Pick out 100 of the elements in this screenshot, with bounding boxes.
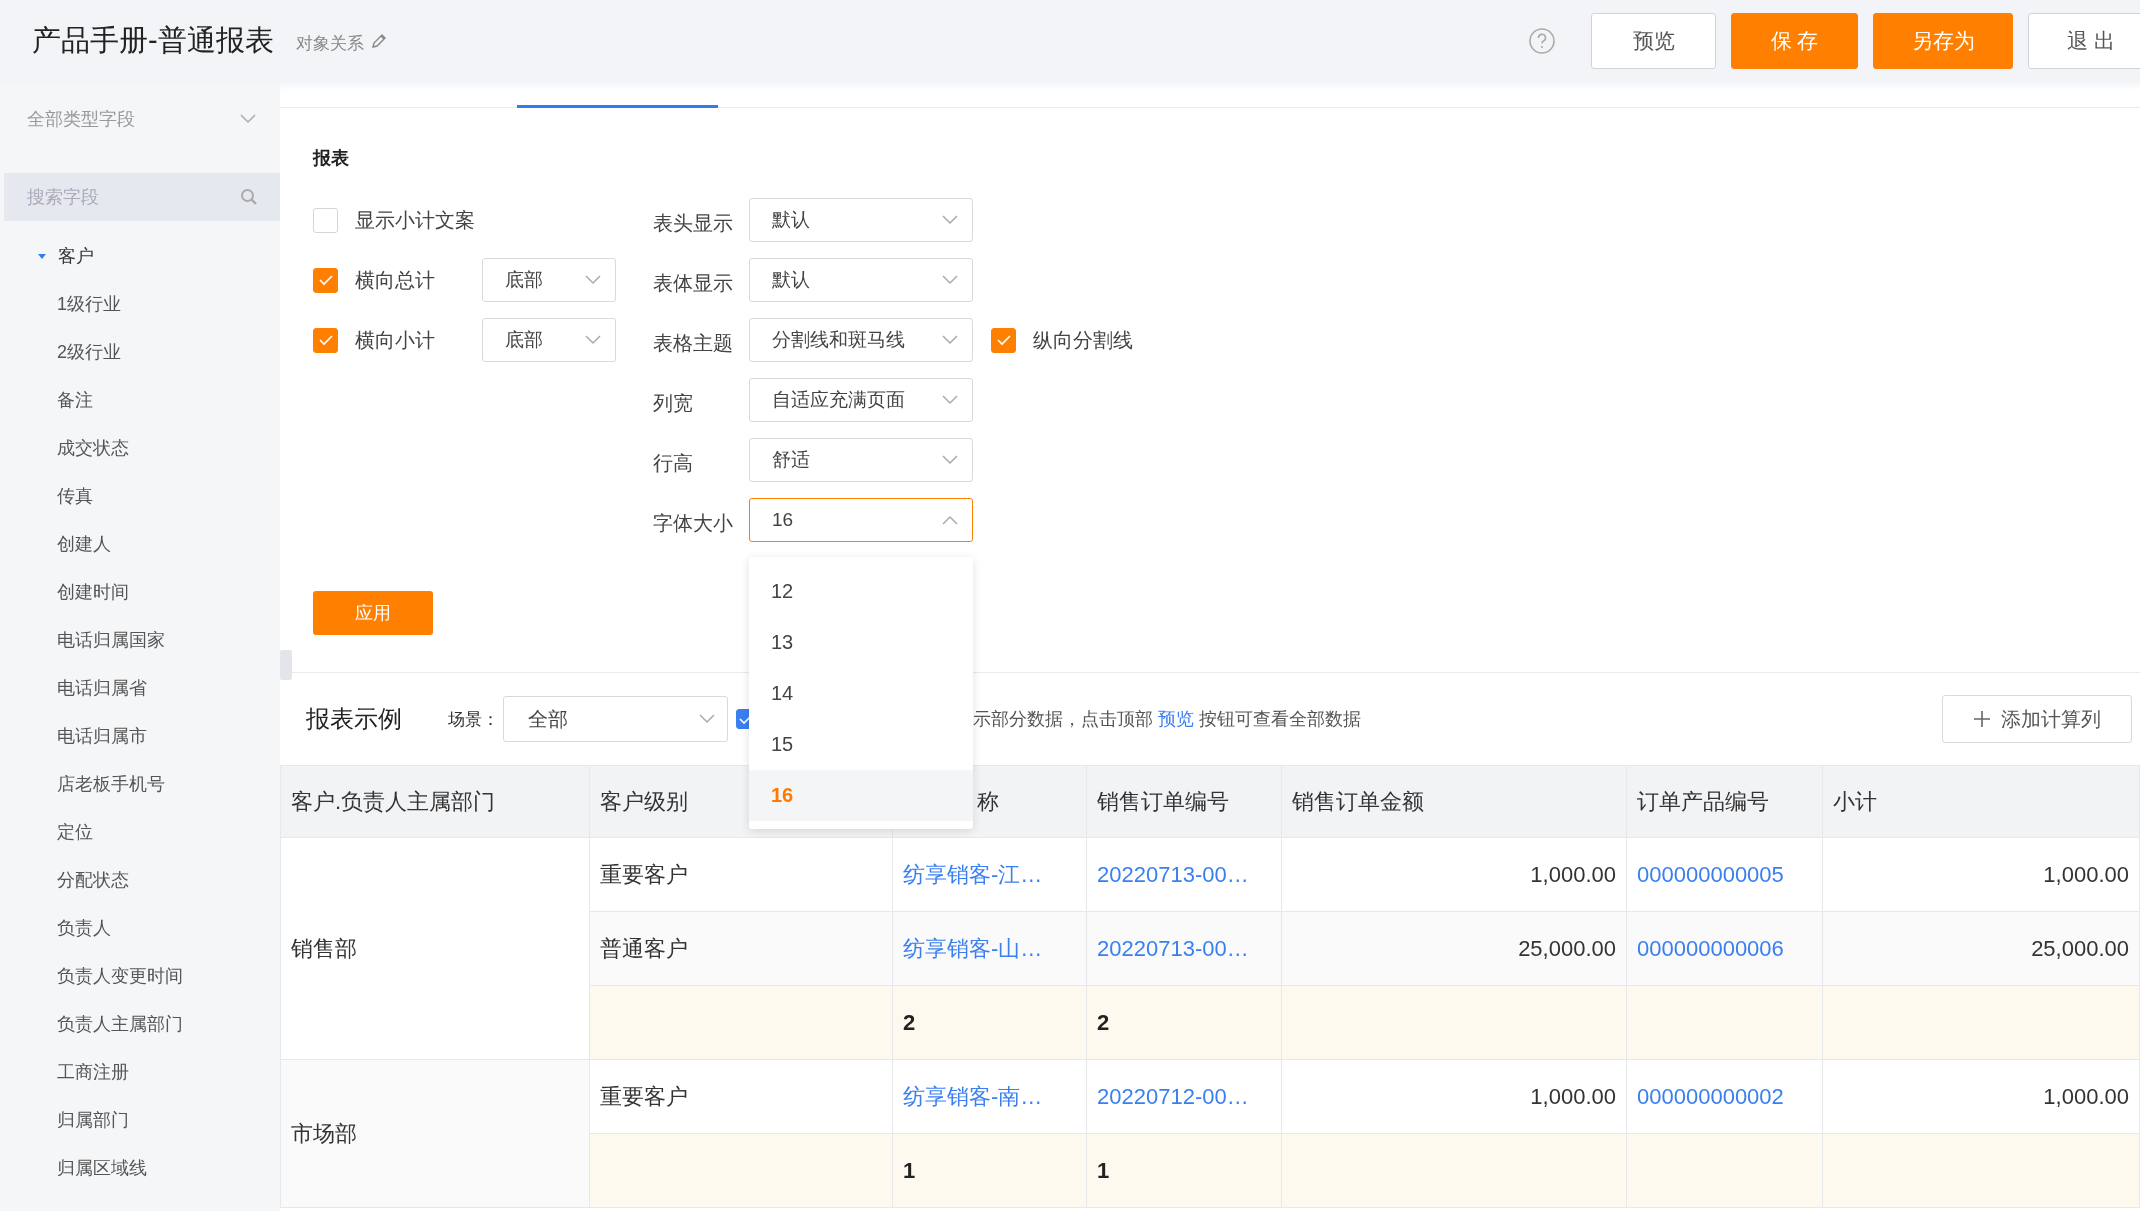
table-link[interactable]: 纺享销客-江… [892,837,1087,912]
table-link[interactable]: 20220713-00… [1086,911,1282,986]
field-item[interactable]: 归属区域线 [0,1144,280,1192]
field-item[interactable]: 1级行业 [0,280,280,328]
chevron-down-icon [942,395,958,405]
table-cell: 1 [1086,1133,1282,1208]
section-title: 报表示例 [306,704,403,734]
table-cell: 1,000.00 [1281,837,1627,912]
column-header[interactable]: 销售订单金额 [1281,765,1627,838]
option-label: 行高 [653,450,694,476]
check-icon [318,334,333,346]
table-cell: 2 [892,985,1087,1060]
option-select[interactable]: 舒适 [749,438,973,482]
field-item[interactable]: 电话归属市 [0,712,280,760]
check-icon [996,334,1011,346]
menu-item[interactable]: 12 [749,566,973,617]
position-select[interactable]: 底部 [482,318,616,362]
check-icon [318,274,333,286]
chevron-down-icon [699,714,715,724]
option-label: 表头显示 [653,210,734,236]
table-link[interactable]: 000000000002 [1626,1059,1823,1134]
option-select[interactable]: 分割线和斑马线 [749,318,973,362]
table-cell: 1 [892,1133,1087,1208]
column-header[interactable]: 订单产品编号 [1626,765,1823,838]
add-column-button[interactable]: 添加计算列 [1942,695,2132,743]
table-cell: 25,000.00 [1822,911,2140,986]
field-item[interactable]: 创建时间 [0,568,280,616]
option-label: 字体大小 [653,510,734,536]
checkbox[interactable] [313,327,338,353]
option-select[interactable]: 默认 [749,258,973,302]
menu-item[interactable]: 14 [749,668,973,719]
field-item[interactable]: 创建人 [0,520,280,568]
column-header[interactable]: 销售订单编号 [1086,765,1282,838]
option-select[interactable]: 默认 [749,198,973,242]
plus-icon [1973,710,1991,728]
table-cell: 1,000.00 [1822,837,2140,912]
chevron-down-icon [942,335,958,345]
table-link[interactable]: 纺享销客-南… [892,1059,1087,1134]
option-label: 纵向分割线 [1033,327,1134,353]
field-item[interactable]: 电话归属国家 [0,616,280,664]
pencil-icon [369,32,388,50]
chevron-down-icon [942,455,958,465]
option-label: 横向总计 [355,267,436,293]
section-title: 报表 [313,147,350,168]
chevron-down-icon [585,335,601,345]
option-label: 表格主题 [653,330,734,356]
chevron-down-icon [240,114,256,124]
resize-handle[interactable] [280,650,292,680]
help-icon [1528,27,1556,55]
scene-select[interactable]: 全部 [503,696,728,742]
search-icon [240,188,258,206]
table-link[interactable]: 20220712-00… [1086,1059,1282,1134]
field-item[interactable]: 2级行业 [0,328,280,376]
field-item[interactable]: 工商注册 [0,1048,280,1096]
hint-text: 示部分数据，点击顶部 预览 按钮可查看全部数据 [973,708,1362,731]
table-cell: 25,000.00 [1281,911,1627,986]
position-select[interactable]: 底部 [482,258,616,302]
column-header[interactable]: 客户.负责人主属部门 [280,765,590,838]
toolbar-button[interactable]: 预览 [1591,13,1716,69]
field-item[interactable]: 店老板手机号 [0,760,280,808]
table-cell: 普通客户 [589,911,893,986]
table-cell: 重要客户 [589,1059,893,1134]
field-label: 场景： [448,708,500,731]
table-link[interactable]: 000000000006 [1626,911,1823,986]
field-item[interactable]: 负责人变更时间 [0,952,280,1000]
search-field[interactable]: 搜索字段 [4,173,280,221]
option-label: 表体显示 [653,270,734,296]
tree-node-label: 客户 [58,245,94,268]
option-select[interactable]: 自适应充满页面 [749,378,973,422]
field-item[interactable]: 负责人主属部门 [0,1000,280,1048]
table-cell: 1,000.00 [1822,1059,2140,1134]
table-link[interactable]: 20220713-00… [1086,837,1282,912]
field-item[interactable]: 负责人 [0,904,280,952]
field-item[interactable]: 定位 [0,808,280,856]
checkbox[interactable] [313,267,338,293]
page-title: 产品手册-普通报表 [32,23,274,58]
option-label: 列宽 [653,390,694,416]
option-label: 显示小计文案 [355,207,475,233]
field-item[interactable]: 备注 [0,376,280,424]
column-header[interactable]: 小计 [1822,765,2140,838]
table-cell: 销售部 [280,837,590,1060]
toolbar-button[interactable]: 退 出 [2028,13,2140,69]
menu-item[interactable]: 13 [749,617,973,668]
field-item[interactable]: 电话归属省 [0,664,280,712]
table-cell: 1,000.00 [1281,1059,1627,1134]
checkbox[interactable] [991,327,1016,353]
table-cell: 2 [1086,985,1282,1060]
chevron-down-icon [585,275,601,285]
tree-node[interactable]: 客户 [0,232,280,280]
field-item[interactable]: 传真 [0,472,280,520]
field-item[interactable]: 归属部门 [0,1096,280,1144]
chevron-up-icon [942,515,958,525]
table-cell: 重要客户 [589,837,893,912]
field-item[interactable]: 分配状态 [0,856,280,904]
table-link[interactable]: 000000000005 [1626,837,1823,912]
table-link[interactable]: 纺享销客-山… [892,911,1087,986]
field-item[interactable]: 成交状态 [0,424,280,472]
chevron-down-icon [942,275,958,285]
option-label: 横向小计 [355,327,436,353]
preview-link[interactable]: 预览 [1158,709,1194,729]
